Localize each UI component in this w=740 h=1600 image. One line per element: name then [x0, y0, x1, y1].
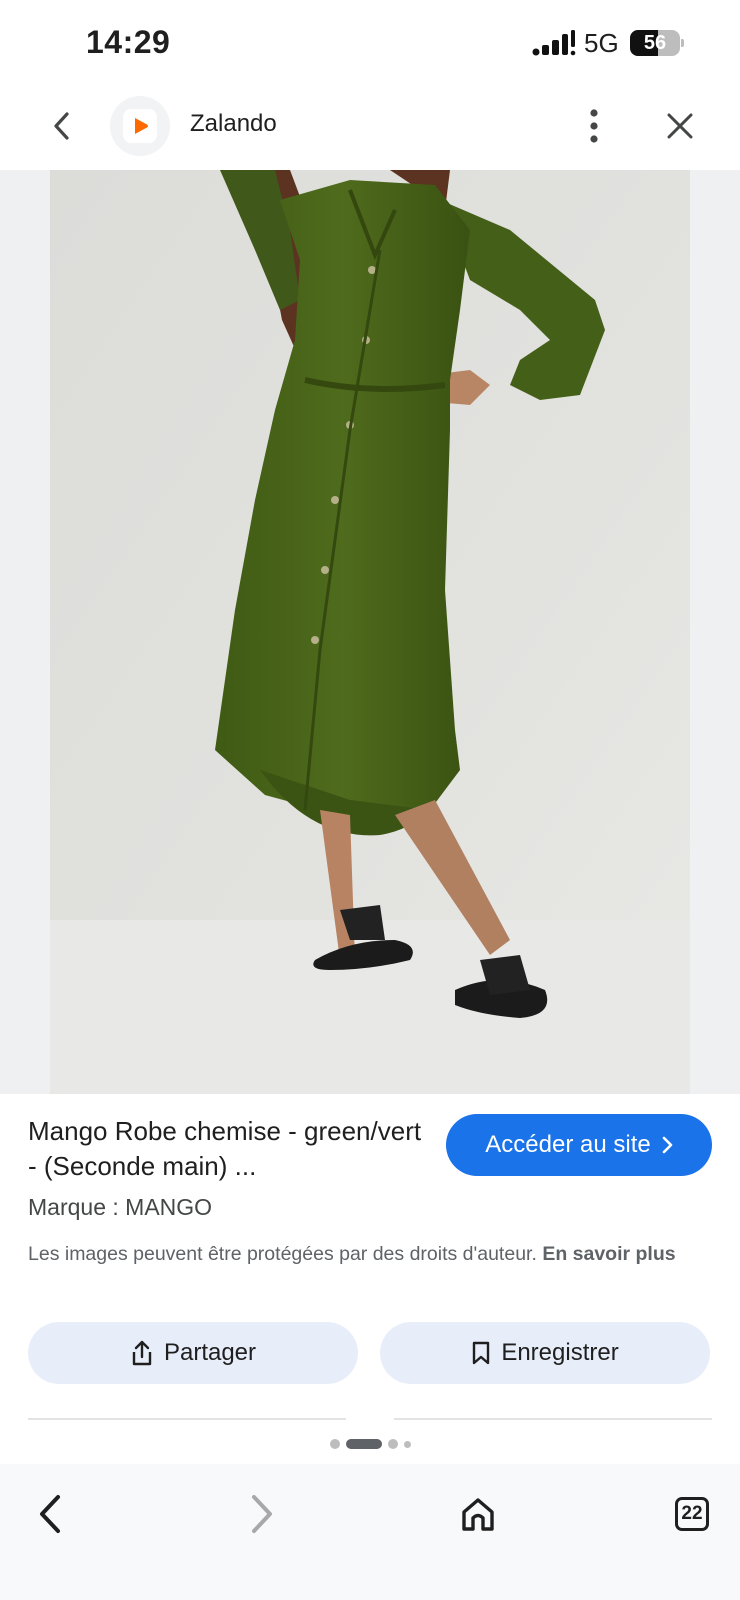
- browser-bottom-nav: 22: [0, 1464, 740, 1600]
- visit-site-label: Accéder au site: [485, 1131, 651, 1158]
- share-button[interactable]: Partager: [28, 1322, 358, 1384]
- more-vert-icon: [590, 109, 598, 143]
- divider: [28, 1418, 346, 1420]
- tabs-button[interactable]: 22: [664, 1486, 720, 1542]
- share-label: Partager: [163, 1339, 257, 1366]
- back-button[interactable]: [38, 102, 86, 150]
- battery-icon: 56: [630, 30, 684, 56]
- signal-bars-icon: [532, 30, 576, 58]
- nav-forward-icon: [252, 1495, 272, 1533]
- chevron-right-icon: [662, 1136, 673, 1154]
- tabs-icon: 22: [675, 1497, 709, 1531]
- home-button[interactable]: [450, 1486, 506, 1542]
- home-icon: [462, 1498, 494, 1531]
- share-icon: [132, 1340, 152, 1366]
- network-type: 5G: [584, 28, 619, 58]
- site-favicon[interactable]: [110, 96, 170, 156]
- more-options-button[interactable]: [570, 100, 618, 152]
- google-image-viewer: 14:29 5G 56 Zalando Mango Robe chemise -…: [0, 0, 740, 1600]
- learn-more-link[interactable]: En savoir plus: [542, 1243, 675, 1265]
- close-icon: [667, 113, 693, 139]
- save-button[interactable]: Enregistrer: [380, 1322, 710, 1384]
- nav-back-button[interactable]: [22, 1486, 78, 1542]
- tab-count: 22: [681, 1503, 703, 1524]
- pagination-dots: [0, 1436, 740, 1452]
- product-image[interactable]: [50, 170, 690, 1094]
- copyright-text: Les images peuvent être protégées par de…: [28, 1243, 537, 1265]
- product-title[interactable]: Mango Robe chemise - green/vert - (Secon…: [28, 1114, 428, 1184]
- pagination-dot[interactable]: [403, 1440, 411, 1448]
- zalando-logo-icon: [123, 109, 157, 143]
- image-viewer-header: Zalando: [0, 86, 740, 170]
- battery-percent: 56: [643, 32, 667, 54]
- pagination-dot-active[interactable]: [345, 1439, 382, 1449]
- image-info-panel: Mango Robe chemise - green/vert - (Secon…: [0, 1094, 740, 1464]
- pagination-dot[interactable]: [387, 1439, 398, 1449]
- back-arrow-icon: [54, 112, 69, 140]
- visit-site-button[interactable]: Accéder au site: [446, 1114, 712, 1176]
- save-label: Enregistrer: [501, 1339, 619, 1366]
- nav-back-icon: [40, 1495, 60, 1533]
- nav-forward-button[interactable]: [234, 1486, 290, 1542]
- status-bar: 14:29 5G 56: [0, 0, 740, 86]
- site-name[interactable]: Zalando: [190, 110, 277, 138]
- product-brand: Marque : MANGO: [28, 1194, 213, 1220]
- bookmark-icon: [473, 1341, 490, 1365]
- status-time: 14:29: [86, 24, 171, 60]
- copyright-notice: Les images peuvent être protégées par de…: [28, 1240, 718, 1268]
- image-area: [0, 170, 740, 1094]
- divider: [394, 1418, 712, 1420]
- close-button[interactable]: [654, 100, 706, 152]
- pagination-dot[interactable]: [329, 1439, 340, 1449]
